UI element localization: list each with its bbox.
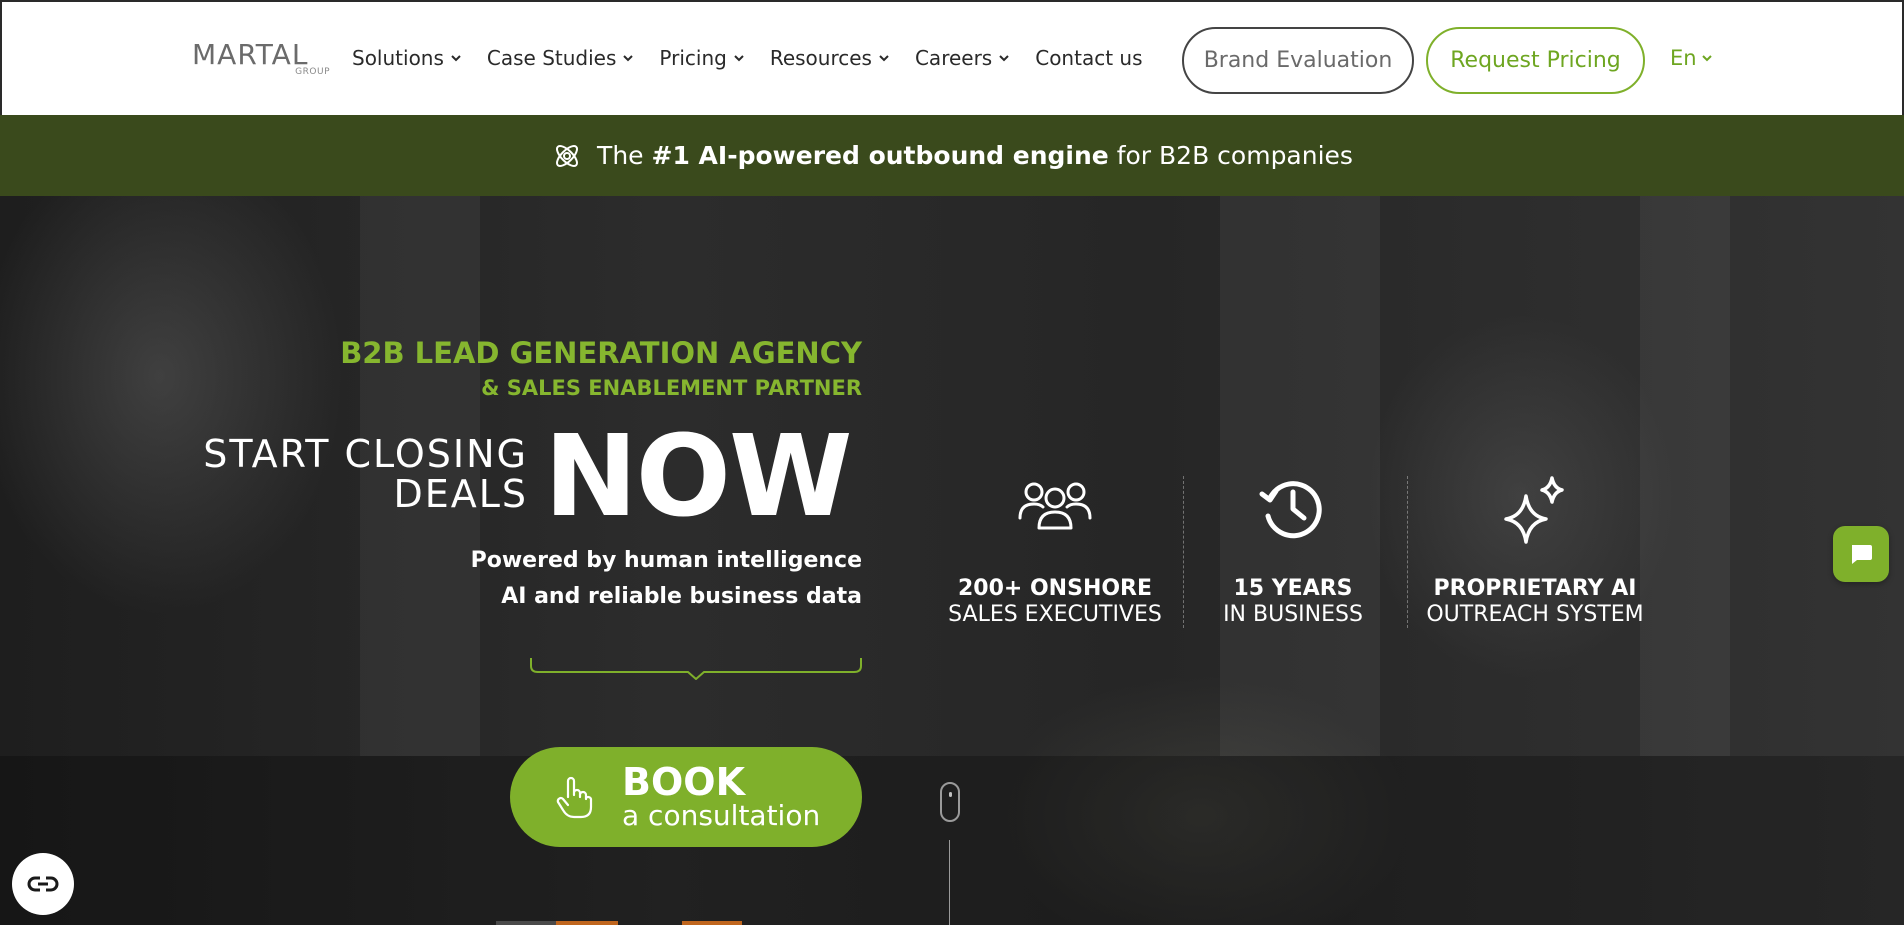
- nav-resources-label: Resources: [769, 46, 872, 70]
- martal-logo[interactable]: MARTAL GROUP: [192, 40, 330, 80]
- chat-bubble-icon: [1852, 545, 1872, 564]
- atom-icon: [556, 144, 579, 167]
- next-section-peek: [556, 921, 618, 925]
- stat-divider: [1407, 476, 1408, 628]
- stat-proprietary-ai: PROPRIETARY AI OUTREACH SYSTEM: [1412, 466, 1658, 628]
- language-selector[interactable]: En: [1670, 46, 1714, 70]
- nav-careers[interactable]: Careers: [915, 46, 1011, 70]
- stat-years-in-business: 15 YEARS IN BUSINESS: [1188, 466, 1398, 628]
- accessibility-icon: [27, 876, 59, 892]
- stat-sales-executives-label: SALES EXECUTIVES: [948, 602, 1162, 627]
- nav-contact-us-label: Contact us: [1035, 46, 1143, 70]
- hero-headline-line1: START CLOSING: [203, 432, 528, 476]
- next-section-peek: [496, 921, 556, 925]
- chevron-down-icon: [999, 55, 1009, 62]
- nav-solutions[interactable]: Solutions: [352, 46, 463, 70]
- announcement-suffix: for B2B companies: [1108, 141, 1353, 170]
- nav-contact-us[interactable]: Contact us: [1035, 46, 1142, 70]
- scroll-down-indicator[interactable]: [940, 782, 960, 822]
- chevron-down-icon: [879, 55, 889, 62]
- stat-sales-executives: 200+ ONSHORE SALES EXECUTIVES: [940, 466, 1170, 628]
- stat-sales-executives-value: 200+ ONSHORE: [957, 576, 1153, 601]
- chevron-down-icon: [734, 55, 744, 62]
- stat-divider: [1183, 476, 1184, 628]
- book-consultation-button[interactable]: BOOK a consultation: [510, 747, 862, 847]
- site-header: MARTAL GROUP Solutions Case Studies Pric…: [0, 0, 1904, 115]
- chat-widget-button[interactable]: [1833, 526, 1889, 582]
- brand-evaluation-button[interactable]: Brand Evaluation: [1182, 27, 1414, 94]
- hero-headline: START CLOSING DEALS: [203, 434, 528, 514]
- chevron-down-icon: [623, 55, 634, 62]
- hero-headline-emphasis: NOW: [544, 412, 852, 542]
- hero-eyebrow-primary: B2B LEAD GENERATION AGENCY: [340, 336, 862, 370]
- book-consultation-text: BOOK a consultation: [622, 763, 820, 831]
- nav-solutions-label: Solutions: [352, 46, 444, 70]
- stat-ai-value: PROPRIETARY AI: [1433, 576, 1637, 601]
- history-clock-icon: [1259, 481, 1322, 539]
- hero-section: B2B LEAD GENERATION AGENCY & SALES ENABL…: [0, 196, 1904, 925]
- chevron-down-icon: [451, 55, 461, 62]
- next-section-peek: [682, 921, 742, 925]
- chevron-down-icon: [1701, 55, 1712, 62]
- book-title: BOOK: [622, 760, 746, 804]
- main-nav: Solutions Case Studies Pricing Resources…: [352, 46, 1167, 70]
- announcement-highlight: #1 AI-powered outbound engine: [651, 141, 1109, 170]
- hero-eyebrow-secondary: & SALES ENABLEMENT PARTNER: [481, 376, 862, 400]
- nav-resources[interactable]: Resources: [770, 46, 891, 70]
- announcement-text: The #1 AI-powered outbound engine for B2…: [597, 141, 1353, 170]
- hero-headline-line2: DEALS: [393, 472, 528, 516]
- nav-case-studies-label: Case Studies: [486, 46, 617, 70]
- request-pricing-button[interactable]: Request Pricing: [1426, 27, 1645, 94]
- logo-subtext: GROUP: [295, 67, 330, 77]
- stat-years-label: IN BUSINESS: [1223, 602, 1363, 627]
- accessibility-button[interactable]: [12, 853, 74, 915]
- book-subtitle: a consultation: [622, 799, 821, 832]
- sparkle-icon: [1504, 476, 1564, 544]
- logo-wordmark: MARTAL: [192, 38, 309, 71]
- nav-case-studies[interactable]: Case Studies: [487, 46, 636, 70]
- stat-ai-label: OUTREACH SYSTEM: [1426, 602, 1644, 627]
- hero-subtitle-line1: Powered by human intelligence: [470, 548, 862, 573]
- language-label: En: [1670, 46, 1697, 70]
- nav-pricing-label: Pricing: [659, 46, 727, 70]
- hero-subtitle-line2: AI and reliable business data: [501, 584, 862, 609]
- scroll-indicator-line: [949, 840, 950, 925]
- team-icon: [1018, 482, 1092, 530]
- pointer-hand-icon: [556, 776, 593, 819]
- stat-years-value: 15 YEARS: [1233, 576, 1353, 601]
- announcement-bar: The #1 AI-powered outbound engine for B2…: [0, 115, 1904, 196]
- announcement-prefix: The: [597, 141, 652, 170]
- nav-pricing[interactable]: Pricing: [659, 46, 745, 70]
- nav-careers-label: Careers: [914, 46, 993, 70]
- decorative-bracket: [530, 658, 862, 680]
